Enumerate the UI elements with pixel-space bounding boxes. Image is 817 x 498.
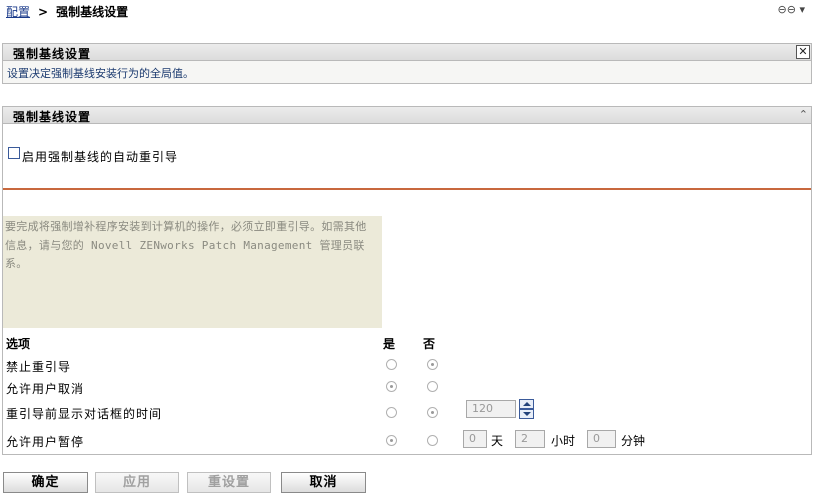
allow-cancel-no-radio[interactable] xyxy=(427,381,438,392)
apply-button[interactable]: 应用 xyxy=(95,472,179,493)
close-icon[interactable]: ✕ xyxy=(796,45,810,59)
no-column-header: 否 xyxy=(423,337,436,351)
allow-pause-yes-radio[interactable] xyxy=(386,435,397,446)
dropdown-icon[interactable]: ▾ xyxy=(799,3,805,16)
prevent-reboot-yes-radio[interactable] xyxy=(386,359,397,370)
collapse-up-icon[interactable]: ⌃ xyxy=(799,108,808,121)
dialog-time-no-radio[interactable] xyxy=(427,407,438,418)
allow-cancel-label: 允许用户取消 xyxy=(6,382,85,396)
allow-pause-label: 允许用户暂停 xyxy=(6,435,85,449)
auto-reboot-checkbox[interactable] xyxy=(8,147,20,159)
desc-panel-body: 设置决定强制基线安装行为的全局值。 xyxy=(2,61,812,84)
ok-button[interactable]: 确定 xyxy=(3,472,88,493)
dialog-time-spinner[interactable] xyxy=(519,399,534,419)
reboot-message-box: 要完成将强制增补程序安装到计算机的操作，必须立即重引导。如需其他信息，请与您的 … xyxy=(3,216,382,328)
breadcrumb-current: 强制基线设置 xyxy=(56,5,129,19)
pause-minutes-input[interactable]: 0 xyxy=(587,430,616,448)
dialog-time-input[interactable]: 120 xyxy=(466,400,516,418)
allow-pause-no-radio[interactable] xyxy=(427,435,438,446)
link-icon[interactable]: ⊖⊖ xyxy=(778,3,796,16)
pause-hours-unit: 小时 xyxy=(551,434,576,448)
prevent-reboot-no-radio[interactable] xyxy=(427,359,438,370)
section-divider xyxy=(3,188,811,190)
settings-panel-header: 强制基线设置 ⌃ xyxy=(2,106,812,124)
dialog-time-label: 重引导前显示对话框的时间 xyxy=(6,407,163,421)
prevent-reboot-label: 禁止重引导 xyxy=(6,360,72,374)
cancel-button[interactable]: 取消 xyxy=(281,472,366,493)
options-header: 选项 xyxy=(6,337,31,351)
breadcrumb-separator: > xyxy=(38,5,49,19)
yes-column-header: 是 xyxy=(383,337,396,351)
desc-panel-title: 强制基线设置 xyxy=(13,47,92,61)
spin-down-icon[interactable] xyxy=(519,409,534,419)
pause-minutes-unit: 分钟 xyxy=(621,434,646,448)
breadcrumb-config-link[interactable]: 配置 xyxy=(6,5,30,19)
pause-hours-input[interactable]: 2 xyxy=(515,430,545,448)
auto-reboot-label: 启用强制基线的自动重引导 xyxy=(22,150,179,164)
settings-panel-title: 强制基线设置 xyxy=(13,110,92,124)
pause-days-input[interactable]: 0 xyxy=(463,430,487,448)
pause-days-unit: 天 xyxy=(491,434,504,448)
desc-panel-header: 强制基线设置 ✕ xyxy=(2,43,812,61)
spin-up-icon[interactable] xyxy=(519,399,534,409)
top-toolbar: ⊖⊖ ▾ xyxy=(778,3,805,16)
desc-panel-text: 设置决定强制基线安装行为的全局值。 xyxy=(7,67,194,80)
reboot-message-text: 要完成将强制增补程序安装到计算机的操作，必须立即重引导。如需其他信息，请与您的 … xyxy=(5,220,367,270)
breadcrumb: 配置 > 强制基线设置 xyxy=(6,3,128,20)
allow-cancel-yes-radio[interactable] xyxy=(386,381,397,392)
reset-button[interactable]: 重设置 xyxy=(187,472,271,493)
dialog-time-yes-radio[interactable] xyxy=(386,407,397,418)
